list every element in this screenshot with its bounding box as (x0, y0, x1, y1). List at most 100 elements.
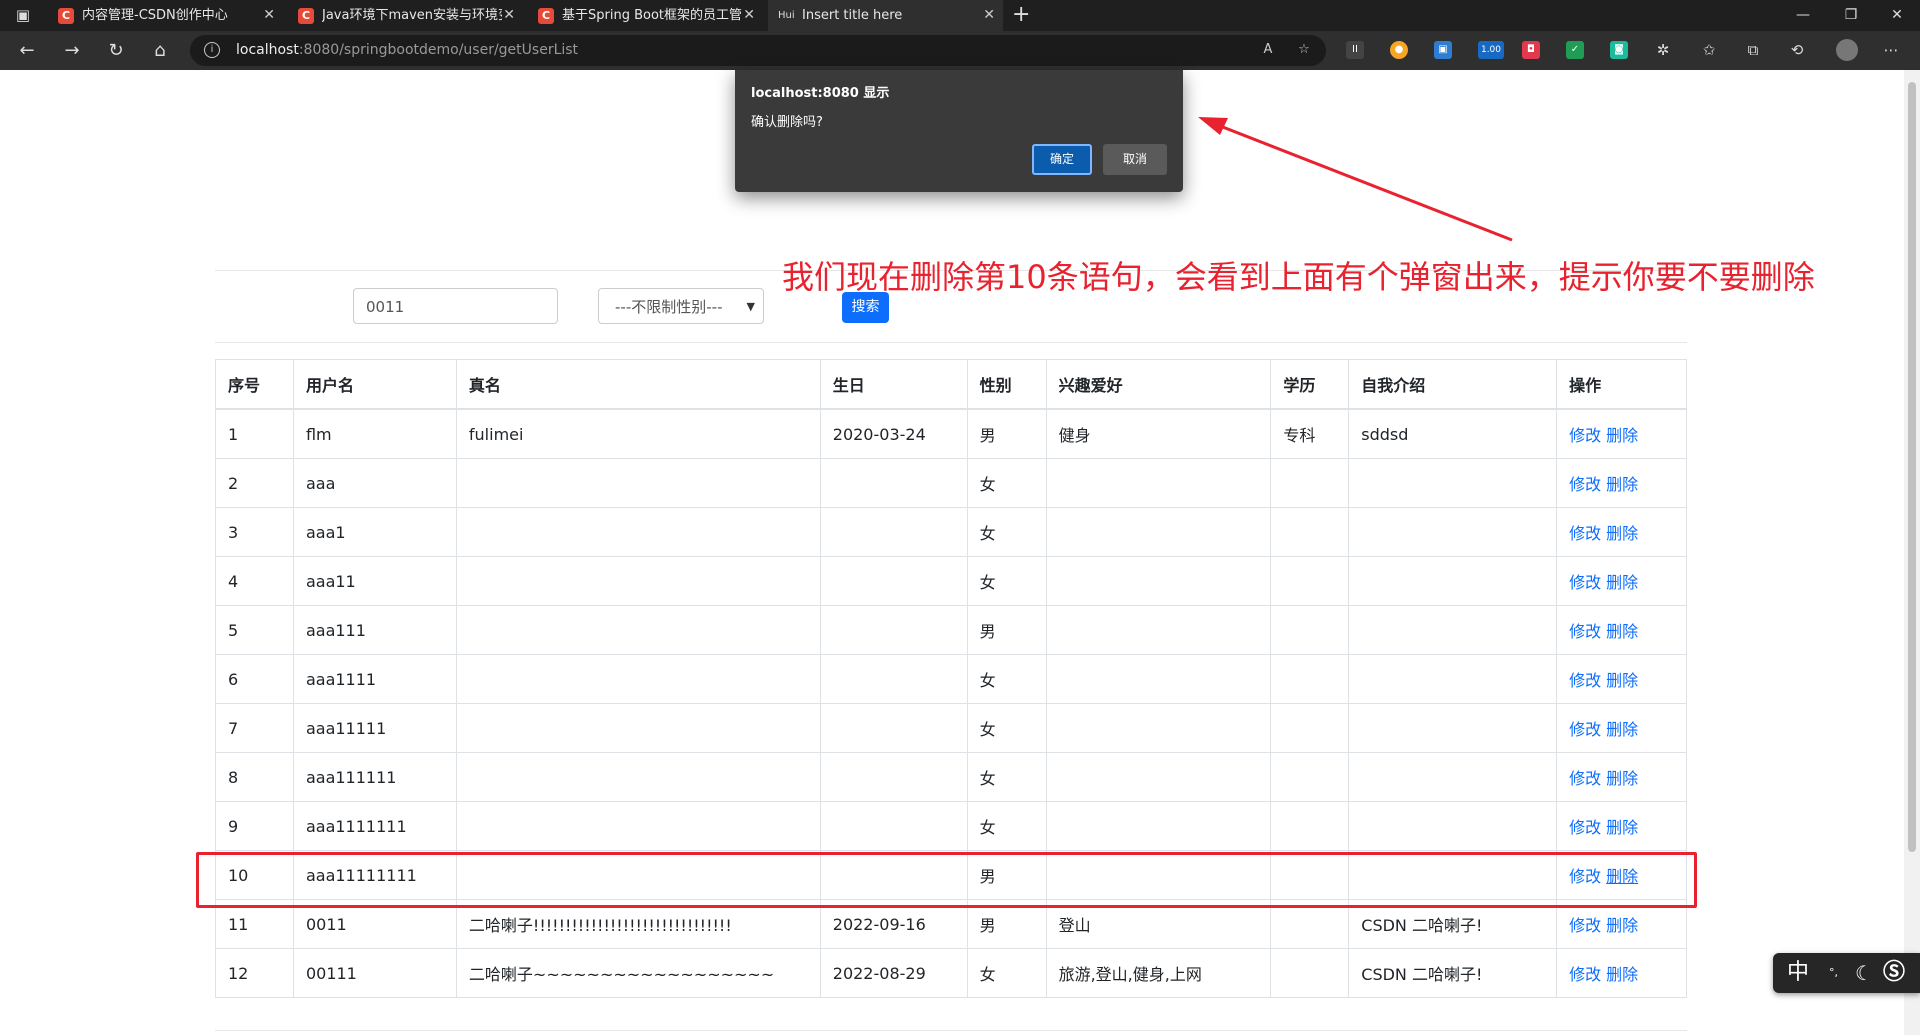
table-cell (819, 605, 968, 655)
search-input[interactable]: 0011 (353, 288, 558, 324)
table-cell (455, 605, 821, 655)
delete-link[interactable]: 删除 (1606, 426, 1638, 445)
edit-link[interactable]: 修改 (1569, 769, 1601, 788)
actions-cell: 修改 删除 (1556, 605, 1687, 655)
table-cell: 8 (215, 752, 294, 802)
table-cell (1270, 703, 1350, 753)
moon-icon[interactable]: ☾ (1855, 953, 1873, 993)
edit-link[interactable]: 修改 (1569, 524, 1601, 543)
url-text: localhost:8080/springbootdemo/user/getUs… (236, 35, 578, 66)
table-cell (1270, 605, 1350, 655)
table-row: 6 aaa1111 女 修改 删除 (215, 654, 1687, 704)
extension-flame-icon[interactable]: ● (1390, 41, 1408, 59)
delete-link[interactable]: 删除 (1606, 524, 1638, 543)
tab-3[interactable]: C 基于Spring Boot框架的员工管理 ✕ (528, 0, 763, 31)
tab-close-icon[interactable]: ✕ (503, 0, 515, 31)
extension-teal-icon[interactable]: ◙ (1610, 41, 1628, 59)
read-aloud-icon[interactable]: A (1258, 40, 1278, 60)
edit-link[interactable]: 修改 (1569, 426, 1601, 445)
extension-image-icon[interactable]: ▣ (1434, 41, 1452, 59)
dialog-message: 确认删除吗? (751, 115, 823, 130)
tab-4-active[interactable]: Hui Insert title here ✕ (768, 0, 1003, 31)
tab-actions-icon[interactable]: ▣ (12, 4, 34, 26)
scrollbar-thumb[interactable] (1908, 82, 1916, 852)
gender-select[interactable]: ---不限制性别--- ▼ (598, 288, 764, 324)
actions-cell: 修改 删除 (1556, 654, 1687, 704)
close-window-icon[interactable]: ✕ (1874, 0, 1920, 31)
table-cell (1348, 654, 1558, 704)
table-cell (819, 801, 968, 851)
table-cell (819, 507, 968, 557)
minimize-icon[interactable]: — (1780, 0, 1826, 31)
table-cell: 3 (215, 507, 294, 557)
profile-avatar[interactable] (1836, 39, 1858, 61)
delete-link[interactable]: 删除 (1606, 818, 1638, 837)
table-cell (455, 507, 821, 557)
sogou-logo-icon[interactable]: Ⓢ (1883, 953, 1905, 993)
table-cell (1045, 703, 1272, 753)
edit-link[interactable]: 修改 (1569, 916, 1601, 935)
delete-link[interactable]: 删除 (1606, 769, 1638, 788)
extension-shield-icon[interactable]: ✓ (1566, 41, 1584, 59)
table-cell (1045, 801, 1272, 851)
table-cell (455, 703, 821, 753)
table-cell (1045, 507, 1272, 557)
actions-cell: 修改 删除 (1556, 703, 1687, 753)
delete-link[interactable]: 删除 (1606, 671, 1638, 690)
table-cell: 女 (966, 507, 1047, 557)
delete-link[interactable]: 删除 (1606, 916, 1638, 935)
tab-2[interactable]: C Java环境下maven安装与环境变量 ✕ (288, 0, 523, 31)
table-cell (1348, 507, 1558, 557)
delete-link[interactable]: 删除 (1606, 720, 1638, 739)
tab-close-icon[interactable]: ✕ (983, 0, 995, 31)
table-row: 3 aaa1 女 修改 删除 (215, 507, 1687, 557)
address-bar[interactable]: i localhost:8080/springbootdemo/user/get… (190, 35, 1326, 66)
page-scrollbar[interactable] (1904, 70, 1920, 1035)
table-cell: aaa111111 (292, 752, 457, 802)
table-cell: fulimei (455, 408, 821, 459)
delete-link[interactable]: 删除 (1606, 622, 1638, 641)
delete-link[interactable]: 删除 (1606, 573, 1638, 592)
tab-close-icon[interactable]: ✕ (263, 0, 275, 31)
extension-badge-icon[interactable]: 1.00 (1478, 41, 1504, 59)
tab-1[interactable]: C 内容管理-CSDN创作中心 ✕ (48, 0, 283, 31)
home-icon[interactable]: ⌂ (148, 39, 172, 63)
tab-close-icon[interactable]: ✕ (743, 0, 755, 31)
site-info-icon[interactable]: i (204, 42, 220, 58)
extension-dark-icon[interactable]: II (1346, 41, 1364, 59)
table-cell: 7 (215, 703, 294, 753)
edit-link[interactable]: 修改 (1569, 475, 1601, 494)
dialog-ok-button[interactable]: 确定 (1032, 144, 1092, 175)
delete-link[interactable]: 删除 (1606, 965, 1638, 984)
actions-cell: 修改 删除 (1556, 801, 1687, 851)
extension-red-icon[interactable]: ◘ (1522, 41, 1540, 59)
ime-punct[interactable]: °, (1829, 953, 1838, 993)
edit-link[interactable]: 修改 (1569, 573, 1601, 592)
edit-link[interactable]: 修改 (1569, 965, 1601, 984)
edit-link[interactable]: 修改 (1569, 720, 1601, 739)
refresh-icon[interactable]: ↻ (104, 39, 128, 63)
table-cell: 男 (966, 408, 1047, 459)
edit-link[interactable]: 修改 (1569, 671, 1601, 690)
restore-icon[interactable]: ❐ (1828, 0, 1874, 31)
extensions-puzzle-icon[interactable]: ✲ (1654, 41, 1672, 59)
favorite-add-icon[interactable]: ☆ (1294, 40, 1314, 60)
edit-link[interactable]: 修改 (1569, 818, 1601, 837)
new-tab-button[interactable]: + (1012, 2, 1030, 28)
back-icon[interactable]: ← (15, 39, 39, 63)
favorites-icon[interactable]: ✩ (1700, 41, 1718, 59)
table-cell: 2 (215, 458, 294, 508)
table-cell (1045, 654, 1272, 704)
collections-icon[interactable]: ⧉ (1744, 41, 1762, 59)
history-icon[interactable]: ⟲ (1788, 41, 1806, 59)
actions-cell: 修改 删除 (1556, 458, 1687, 508)
header-cell: 用户名 (292, 359, 457, 410)
more-menu-icon[interactable]: ⋯ (1882, 41, 1900, 59)
delete-link[interactable]: 删除 (1606, 475, 1638, 494)
table-cell: 旅游,登山,健身,上网 (1045, 948, 1272, 998)
forward-icon[interactable]: → (60, 39, 84, 63)
header-cell: 生日 (819, 359, 968, 410)
edit-link[interactable]: 修改 (1569, 622, 1601, 641)
dialog-cancel-button[interactable]: 取消 (1103, 144, 1167, 175)
ime-mode[interactable]: 中 (1787, 953, 1809, 993)
